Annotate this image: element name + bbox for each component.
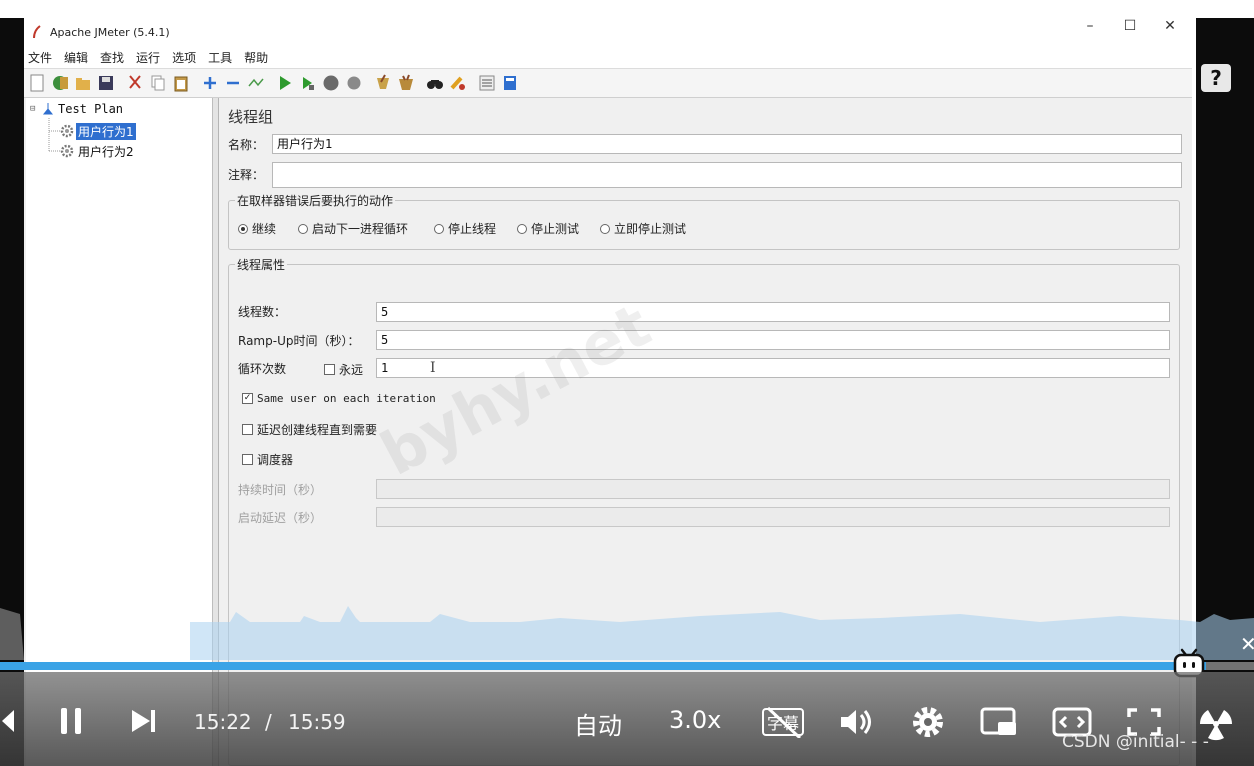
stop-icon[interactable] xyxy=(320,72,342,94)
radio-dot xyxy=(434,223,444,234)
radio-dot xyxy=(517,223,527,234)
expand-icon[interactable] xyxy=(199,72,221,94)
maximize-button[interactable]: ☐ xyxy=(1110,18,1150,46)
minimize-button[interactable]: – xyxy=(1070,18,1110,46)
pause-icon[interactable] xyxy=(56,706,86,736)
thread-properties-title: 线程属性 xyxy=(235,256,288,273)
delay-thread-creation-checkbox[interactable]: 延迟创建线程直到需要 xyxy=(242,421,377,438)
scheduler-label: 调度器 xyxy=(257,453,294,467)
audio-waveform xyxy=(0,606,1254,660)
toggle-icon[interactable] xyxy=(245,72,267,94)
picture-in-picture-icon[interactable] xyxy=(980,706,1020,738)
radio-continue-label: 继续 xyxy=(252,222,277,236)
checkbox-box xyxy=(242,424,253,435)
radio-stop-test[interactable]: 停止测试 xyxy=(517,220,579,237)
volume-icon[interactable] xyxy=(838,706,874,738)
speed-button[interactable]: 3.0x xyxy=(669,706,721,734)
threads-input[interactable]: 5 xyxy=(376,302,1170,322)
time-separator: / xyxy=(265,710,272,734)
text-cursor-icon: I xyxy=(430,360,436,376)
previous-icon[interactable] xyxy=(0,708,14,734)
comment-input[interactable] xyxy=(272,162,1182,188)
sampler-error-title: 在取样器错误后要执行的动作 xyxy=(235,192,396,209)
same-user-label: Same user on each iteration xyxy=(257,392,436,405)
panel-title: 线程组 xyxy=(228,108,274,126)
menu-help[interactable]: 帮助 xyxy=(244,49,268,66)
forever-checkbox[interactable]: 永远 xyxy=(324,361,363,378)
function-helper-icon[interactable] xyxy=(476,72,498,94)
help-icon[interactable]: ? xyxy=(1201,64,1231,92)
checkbox-box xyxy=(242,454,253,465)
subtitle-off-icon[interactable]: 字幕 xyxy=(758,706,808,738)
cut-icon[interactable] xyxy=(124,72,146,94)
startup-delay-label: 启动延迟（秒） xyxy=(238,511,323,525)
rampup-label: Ramp-Up时间（秒）： xyxy=(238,334,360,348)
search-icon[interactable] xyxy=(424,72,446,94)
title-bar: Apache JMeter (5.4.1) – ☐ ✕ xyxy=(24,18,1192,46)
menu-options[interactable]: 选项 xyxy=(172,49,196,66)
delay-thread-creation-label: 延迟创建线程直到需要 xyxy=(257,423,378,437)
radio-dot-selected xyxy=(238,223,248,234)
radio-dot xyxy=(298,223,308,234)
start-no-pause-icon[interactable] xyxy=(297,72,319,94)
close-button[interactable]: ✕ xyxy=(1150,18,1190,46)
collapse-icon[interactable] xyxy=(222,72,244,94)
paste-icon[interactable] xyxy=(170,72,192,94)
checkbox-box xyxy=(324,364,335,375)
settings-gear-icon[interactable] xyxy=(910,704,946,740)
menu-bar: 文件 编辑 查找 运行 选项 工具 帮助 xyxy=(24,46,1192,69)
radio-stop-test-label: 停止测试 xyxy=(531,222,580,236)
toolbar xyxy=(24,69,1192,98)
checkbox-box-checked: ✓ xyxy=(242,393,253,404)
reset-search-icon[interactable] xyxy=(447,72,469,94)
menu-edit[interactable]: 编辑 xyxy=(64,49,88,66)
start-icon[interactable] xyxy=(274,72,296,94)
startup-delay-input xyxy=(376,507,1170,527)
radio-dot xyxy=(600,223,610,234)
threads-label: 线程数： xyxy=(238,305,287,319)
radio-stop-thread-label: 停止线程 xyxy=(448,222,497,236)
duration-input xyxy=(376,479,1170,499)
name-input[interactable]: 用户行为1 xyxy=(272,134,1182,154)
comment-label: 注释： xyxy=(228,168,265,182)
total-time: 15:59 xyxy=(288,710,346,734)
templates-icon[interactable] xyxy=(49,72,71,94)
radio-next-loop-label: 启动下一进程循环 xyxy=(312,222,409,236)
copy-icon[interactable] xyxy=(147,72,169,94)
name-label: 名称： xyxy=(228,138,265,152)
current-time: 15:22 xyxy=(194,710,252,734)
menu-run[interactable]: 运行 xyxy=(136,49,160,66)
scheduler-checkbox[interactable]: 调度器 xyxy=(242,451,293,468)
window-title: Apache JMeter (5.4.1) xyxy=(50,25,170,39)
clear-icon[interactable] xyxy=(372,72,394,94)
shutdown-icon[interactable] xyxy=(343,72,365,94)
radio-continue[interactable]: 继续 xyxy=(238,220,276,237)
duration-label: 持续时间（秒） xyxy=(238,483,323,497)
jmeter-feather-icon xyxy=(30,25,44,39)
csdn-credit: CSDN @initial- - - xyxy=(1062,732,1209,752)
help-book-icon[interactable] xyxy=(499,72,521,94)
menu-search[interactable]: 查找 xyxy=(100,49,124,66)
forever-label: 永远 xyxy=(339,363,364,377)
progress-bar[interactable] xyxy=(0,662,1254,670)
radio-stop-thread[interactable]: 停止线程 xyxy=(434,220,496,237)
loop-label: 循环次数 xyxy=(238,362,287,376)
close-overlay-icon[interactable]: ✕ xyxy=(1240,632,1254,656)
tree-lines xyxy=(48,118,60,152)
menu-tools[interactable]: 工具 xyxy=(208,49,232,66)
new-icon[interactable] xyxy=(26,72,48,94)
menu-file[interactable]: 文件 xyxy=(28,49,52,66)
next-icon[interactable] xyxy=(130,708,158,734)
progress-fill xyxy=(0,662,1207,670)
clear-all-icon[interactable] xyxy=(395,72,417,94)
same-user-checkbox[interactable]: ✓ Same user on each iteration xyxy=(242,392,436,405)
loop-count-input[interactable]: 1 xyxy=(376,358,1170,378)
quality-button[interactable]: 自动 xyxy=(574,706,622,741)
rampup-input[interactable]: 5 xyxy=(376,330,1170,350)
radio-next-loop[interactable]: 启动下一进程循环 xyxy=(298,220,408,237)
radio-stop-test-now[interactable]: 立即停止测试 xyxy=(600,220,686,237)
save-icon[interactable] xyxy=(95,72,117,94)
radio-stop-test-now-label: 立即停止测试 xyxy=(614,222,687,236)
open-icon[interactable] xyxy=(72,72,94,94)
